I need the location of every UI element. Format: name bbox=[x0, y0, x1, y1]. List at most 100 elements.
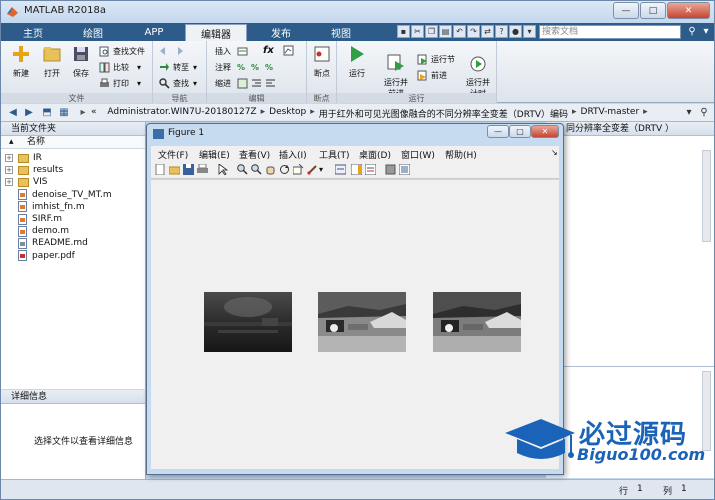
compare-dropdown-icon[interactable]: ▾ bbox=[137, 63, 141, 72]
vertical-scrollbar[interactable] bbox=[702, 150, 711, 242]
advance-button[interactable]: 前进 bbox=[417, 69, 447, 82]
data-cursor-icon[interactable] bbox=[293, 164, 304, 175]
copy-icon[interactable]: ❐ bbox=[425, 25, 438, 38]
undo-icon[interactable]: ↶ bbox=[453, 25, 466, 38]
file-list-item[interactable]: imhist_fn.m bbox=[5, 201, 85, 213]
expand-toggle-icon[interactable]: + bbox=[5, 178, 13, 187]
minimize-button[interactable]: — bbox=[613, 2, 639, 19]
link-plot-icon[interactable] bbox=[335, 164, 346, 175]
print-button[interactable]: 打印 ▾ bbox=[99, 77, 141, 90]
menu-window[interactable]: 窗口(W) bbox=[401, 146, 435, 161]
comment-button[interactable]: 注释 % % % bbox=[215, 61, 273, 74]
insert-button[interactable]: 插入 bbox=[215, 45, 251, 58]
menu-tools[interactable]: 工具(T) bbox=[319, 146, 350, 161]
rotate-3d-icon[interactable] bbox=[279, 164, 290, 175]
tab-publish[interactable]: 发布 bbox=[251, 24, 311, 41]
insert-function-button[interactable]: fx bbox=[263, 44, 274, 57]
paste-icon[interactable]: ▤ bbox=[439, 25, 452, 38]
find-files-button[interactable]: 查找文件 bbox=[99, 45, 145, 58]
file-list-item[interactable]: SIRF.m bbox=[5, 213, 62, 225]
back-arrow-icon[interactable]: ◀ bbox=[7, 107, 19, 119]
file-list-item[interactable]: + results bbox=[5, 164, 63, 176]
breadcrumb-user[interactable]: Administrator.WIN7U-20180127Z bbox=[107, 107, 256, 120]
comment-percent-icon[interactable]: % bbox=[237, 63, 245, 72]
quick-access-dropdown-icon[interactable]: ▾ bbox=[523, 25, 536, 38]
search-icon[interactable]: ⚲ bbox=[685, 24, 699, 39]
tab-editor[interactable]: 编辑器 bbox=[185, 24, 247, 41]
goto-button[interactable]: 转至 ▾ bbox=[159, 61, 197, 74]
file-list-item[interactable]: README.md bbox=[5, 237, 88, 249]
save-figure-icon[interactable] bbox=[183, 164, 194, 175]
file-list-item[interactable]: denoise_TV_MT.m bbox=[5, 189, 112, 201]
figure-minimize-button[interactable]: — bbox=[487, 125, 509, 138]
figure-maximize-button[interactable]: □ bbox=[509, 125, 531, 138]
find-dropdown-icon[interactable]: ▾ bbox=[193, 79, 197, 88]
run-button[interactable]: 运行 bbox=[342, 44, 372, 79]
menu-view[interactable]: 查看(V) bbox=[239, 146, 270, 161]
name-column-header[interactable]: ▴ 名称 bbox=[1, 136, 145, 149]
browse-folder-icon[interactable]: ▦ bbox=[58, 107, 70, 119]
address-dropdown-icon[interactable]: ▾ bbox=[683, 107, 695, 119]
brush-dropdown-icon[interactable]: ▾ bbox=[319, 164, 330, 175]
colorbar-icon[interactable] bbox=[351, 164, 362, 175]
breadcrumb-desktop[interactable]: Desktop bbox=[269, 107, 306, 120]
uncomment-percent-icon[interactable]: % bbox=[251, 63, 259, 72]
zoom-in-icon[interactable] bbox=[237, 164, 248, 175]
breakpoints-button[interactable]: 断点 bbox=[307, 44, 337, 79]
hide-plot-tools-icon[interactable] bbox=[385, 164, 396, 175]
open-file-icon[interactable] bbox=[169, 164, 180, 175]
close-button[interactable]: ✕ bbox=[667, 2, 710, 19]
forward-arrow-icon[interactable]: ▶ bbox=[23, 107, 35, 119]
file-list-item[interactable]: + VIS bbox=[5, 176, 48, 188]
new-button[interactable]: 新建 bbox=[6, 44, 36, 79]
breadcrumb-overflow[interactable]: « bbox=[91, 107, 97, 120]
brush-icon[interactable] bbox=[307, 164, 318, 175]
function-menu-icon[interactable] bbox=[283, 45, 294, 56]
up-folder-icon[interactable]: ⬒ bbox=[41, 107, 53, 119]
help-icon[interactable]: ? bbox=[495, 25, 508, 38]
zoom-out-icon[interactable] bbox=[251, 164, 262, 175]
back-forward-buttons[interactable] bbox=[159, 45, 187, 58]
menu-edit[interactable]: 编辑(E) bbox=[199, 146, 230, 161]
tab-home[interactable]: 主页 bbox=[5, 24, 61, 41]
community-icon[interactable]: ● bbox=[509, 25, 522, 38]
print-figure-icon[interactable] bbox=[197, 164, 208, 175]
print-dropdown-icon[interactable]: ▾ bbox=[137, 79, 141, 88]
menu-file[interactable]: 文件(F) bbox=[158, 146, 188, 161]
collapse-ribbon-icon[interactable]: ▾ bbox=[699, 24, 713, 39]
expand-toggle-icon[interactable]: + bbox=[5, 166, 13, 175]
save-quick-icon[interactable]: ▪ bbox=[397, 25, 410, 38]
folder-search-icon[interactable]: ⚲ bbox=[698, 107, 710, 119]
maximize-button[interactable]: □ bbox=[640, 2, 666, 19]
menu-desktop[interactable]: 桌面(D) bbox=[359, 146, 391, 161]
compare-button[interactable]: 比较 ▾ bbox=[99, 61, 141, 74]
pan-icon[interactable] bbox=[265, 164, 276, 175]
tab-apps[interactable]: APP bbox=[125, 24, 183, 41]
tab-view[interactable]: 视图 bbox=[313, 24, 369, 41]
expand-toggle-icon[interactable]: + bbox=[5, 154, 13, 162]
file-list-item[interactable]: demo.m bbox=[5, 225, 69, 237]
legend-icon[interactable] bbox=[365, 164, 376, 175]
run-section-button[interactable]: 运行节 bbox=[417, 53, 455, 66]
tab-plots[interactable]: 绘图 bbox=[63, 24, 123, 41]
find-button[interactable]: 查找 ▾ bbox=[159, 77, 197, 90]
file-list-item[interactable]: paper.pdf bbox=[5, 250, 75, 262]
breadcrumb-project[interactable]: 用于红外和可见光图像融合的不同分辨率全变差（DRTV）编码 bbox=[319, 107, 568, 120]
show-plot-tools-icon[interactable] bbox=[399, 164, 410, 175]
dock-figure-icon[interactable]: ↘ bbox=[551, 146, 558, 157]
search-documentation-input[interactable]: 搜索文档 bbox=[539, 25, 681, 39]
redo-icon[interactable]: ↷ bbox=[467, 25, 480, 38]
figure-close-button[interactable]: ✕ bbox=[531, 125, 559, 138]
menu-insert[interactable]: 插入(I) bbox=[279, 146, 307, 161]
open-button[interactable]: 打开 bbox=[37, 44, 67, 79]
breadcrumb-drtv-master[interactable]: DRTV-master bbox=[581, 107, 640, 120]
new-figure-icon[interactable] bbox=[155, 164, 166, 175]
switch-windows-icon[interactable]: ⇄ bbox=[481, 25, 494, 38]
goto-dropdown-icon[interactable]: ▾ bbox=[193, 63, 197, 72]
pointer-icon[interactable] bbox=[217, 164, 228, 175]
cut-icon[interactable]: ✂ bbox=[411, 25, 424, 38]
wrap-comment-icon[interactable]: % bbox=[265, 63, 273, 72]
menu-help[interactable]: 帮助(H) bbox=[445, 146, 477, 161]
save-button[interactable]: 保存 bbox=[66, 44, 96, 79]
indent-button[interactable]: 缩进 bbox=[215, 77, 279, 90]
